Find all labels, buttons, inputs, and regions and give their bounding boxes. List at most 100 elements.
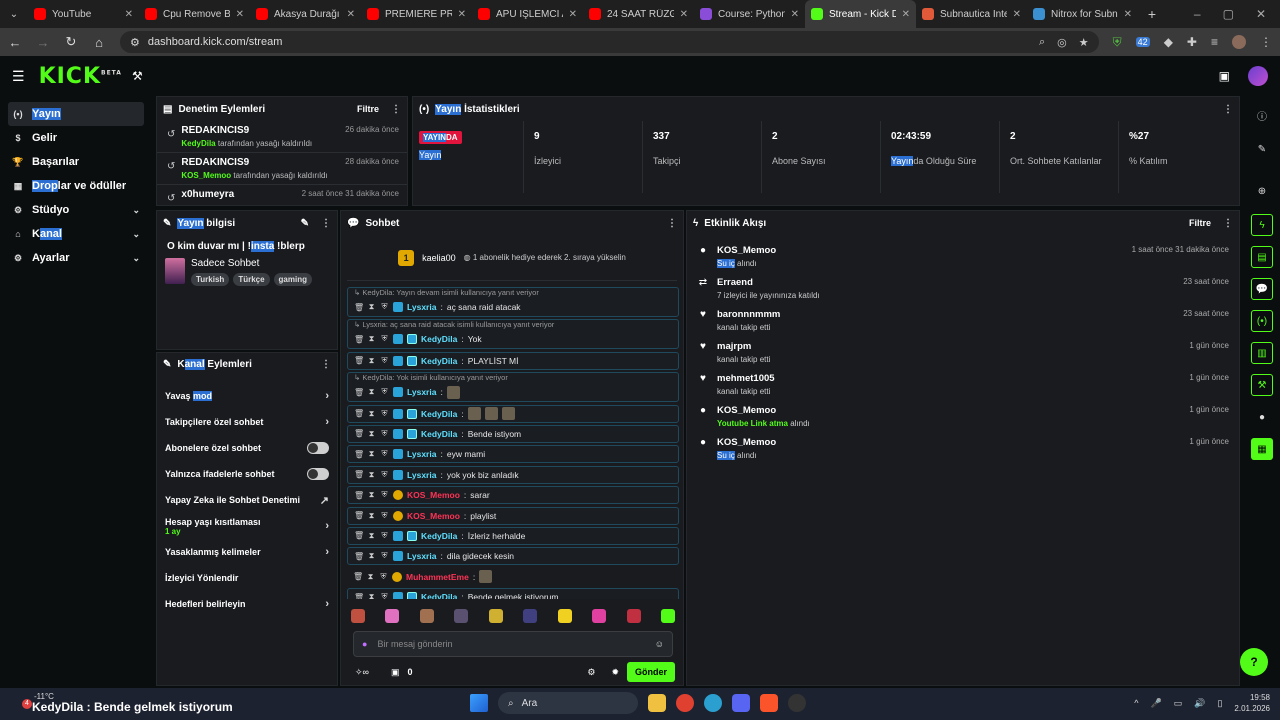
now-playing-text[interactable]: KedyDila : Bende gelmek istiyorum (32, 700, 233, 714)
delete-icon[interactable]: 🗑 (353, 572, 363, 581)
activity-item[interactable]: ♥ baronnnmmm 23 saat önce kanalı takip etti (687, 303, 1239, 335)
emote-3[interactable] (419, 609, 434, 623)
zoom-icon[interactable]: ⌕ (1039, 36, 1045, 49)
profile-avatar[interactable] (1232, 35, 1246, 49)
timeout-icon[interactable]: ⧗ (367, 490, 376, 500)
chat-more-icon[interactable]: ⋮ (667, 218, 677, 229)
chat-message-list[interactable]: ↳ KedyDila: Yayın devam isimli kullanıcı… (347, 287, 679, 599)
chat-message[interactable]: 🗑 ⧗ ⛨ KedyDila: (347, 404, 679, 423)
channel-action[interactable]: Abonelere özel sohbet (157, 435, 337, 461)
tab-close-icon[interactable]: ✕ (1013, 9, 1021, 20)
layout-icon[interactable]: ⊕ (1251, 180, 1273, 202)
chat-message[interactable]: 🗑 ⧗ ⛨ Lysxria: (348, 383, 678, 401)
sidebar-item[interactable]: ⚙ Ayarlar ⌄ (8, 246, 144, 270)
chat-username[interactable]: KedyDila (421, 334, 457, 344)
chat-message[interactable]: 🗑 ⧗ ⛨ Lysxria: aç sana raid atacak (348, 298, 678, 316)
discord-icon[interactable] (732, 694, 750, 712)
ban-icon[interactable]: ⛨ (380, 449, 389, 459)
user-avatar[interactable] (1248, 66, 1268, 86)
channel-action[interactable]: Hedefleri belirleyin › (157, 591, 337, 617)
hammer-icon[interactable]: ⚒ (132, 69, 143, 83)
browser-tab[interactable]: Course: Python ve ✕ (694, 0, 805, 28)
tools-rail-icon[interactable]: ⚒ (1251, 374, 1273, 396)
brave-icon[interactable] (760, 694, 778, 712)
add-widget-icon[interactable]: ▦ (1251, 438, 1273, 460)
chat-message[interactable]: 🗑 ⧗ ⛨ MuhammetEme: (347, 568, 679, 586)
timeout-icon[interactable]: ⧗ (367, 511, 376, 521)
stream-tag[interactable]: Türkçe (233, 273, 270, 286)
edit-rail-icon[interactable]: ✎ (1251, 138, 1273, 160)
sidebar-item[interactable]: ⚙ Stüdyo ⌄ (8, 198, 144, 222)
activity-item[interactable]: ● KOS_Memoo 1 gün önce Youtube Link atma al… (687, 399, 1239, 431)
chat-message[interactable]: 🗑 ⧗ ⛨ KOS_Memoo: playlist (347, 506, 679, 525)
channel-action[interactable]: Hesap yaşı kısıtlaması 1 ay › (157, 513, 337, 539)
timeout-icon[interactable]: ⧗ (366, 572, 375, 582)
browser-tab[interactable]: Subnautica Intera ✕ (916, 0, 1027, 28)
chat-settings-icon[interactable]: ⚙ (587, 667, 595, 678)
hamburger-menu-icon[interactable]: ☰ (12, 68, 25, 85)
pinned-supporter[interactable]: 1 kaelia00 ◍ 1 abonelik hediye ederek 2.… (347, 235, 677, 281)
clock[interactable]: 19:58 2.01.2026 (1234, 692, 1270, 714)
chat-message[interactable]: 🗑 ⧗ ⛨ KedyDila: PLAYLİST Mİ (347, 351, 679, 370)
battery-icon[interactable]: ▯ (1217, 698, 1222, 709)
new-tab-button[interactable]: + (1138, 6, 1166, 22)
channel-action[interactable]: Yalnızca ifadelerle sohbet (157, 461, 337, 487)
activity-item[interactable]: ♥ mehmet1005 1 gün önce kanalı takip etti (687, 367, 1239, 399)
sidebar-item[interactable]: ▦ Droplar ve ödüller (8, 174, 144, 198)
browser-menu-icon[interactable]: ⋮ (1260, 35, 1272, 49)
site-info-icon[interactable]: ⚙ (130, 36, 140, 49)
minimize-icon[interactable]: – (1194, 7, 1201, 21)
chrome-icon[interactable] (676, 694, 694, 712)
emote-10[interactable] (660, 609, 675, 623)
tab-close-icon[interactable]: ✕ (458, 9, 466, 20)
broadcast-rail-icon[interactable]: (•) (1251, 310, 1273, 332)
channel-action[interactable]: İzleyici Yönlendir (157, 565, 337, 591)
timeout-icon[interactable]: ⧗ (367, 334, 376, 344)
diamond-extension-icon[interactable]: ◆ (1164, 35, 1173, 49)
chat-message[interactable]: 🗑 ⧗ ⛨ Lysxria: yok yok biz anladık (347, 465, 679, 484)
ban-icon[interactable]: ⛨ (380, 429, 389, 439)
moderation-filter-button[interactable]: Filtre (357, 104, 379, 114)
tab-close-icon[interactable]: ✕ (125, 9, 133, 20)
points-icon[interactable]: ✧∞ (355, 667, 369, 678)
reload-icon[interactable]: ↻ (64, 34, 78, 50)
file-explorer-icon[interactable] (648, 694, 666, 712)
chat-message[interactable]: 🗑 ⧗ ⛨ Lysxria: dila gidecek kesin (347, 547, 679, 566)
timeout-icon[interactable]: ⧗ (367, 470, 376, 480)
browser-tab[interactable]: 24 SAAT RÜZGAR ✕ (583, 0, 694, 28)
browser-tab[interactable]: PREMIERE PRO H ✕ (361, 0, 472, 28)
chat-username[interactable]: Lysxria (407, 387, 436, 397)
delete-icon[interactable]: 🗑 (354, 531, 364, 540)
tray-overflow-icon[interactable]: ^ (1134, 698, 1138, 708)
chat-message[interactable]: 🗑 ⧗ ⛨ KedyDila: Bende gelmek istiyorum (347, 588, 679, 599)
delete-icon[interactable]: 🗑 (354, 511, 364, 520)
maximize-icon[interactable]: ▢ (1223, 7, 1234, 21)
send-button[interactable]: Gönder (626, 662, 675, 682)
delete-icon[interactable]: 🗑 (354, 429, 364, 438)
chat-username[interactable]: KOS_Memoo (407, 490, 460, 500)
media-icon[interactable]: ≡ (1211, 35, 1218, 49)
delete-icon[interactable]: 🗑 (354, 450, 364, 459)
chat-username[interactable]: KOS_Memoo (407, 511, 460, 521)
stats-rail-icon[interactable]: ▥ (1251, 342, 1273, 364)
chat-username[interactable]: KedyDila (421, 356, 457, 366)
sidebar-item[interactable]: $ Gelir (8, 126, 144, 150)
tab-close-icon[interactable]: ✕ (1124, 9, 1132, 20)
chat-username[interactable]: KedyDila (421, 429, 457, 439)
delete-icon[interactable]: 🗑 (354, 552, 364, 561)
timeout-icon[interactable]: ⧗ (367, 531, 376, 541)
forward-icon[interactable]: → (36, 35, 50, 50)
moderation-entry[interactable]: ↺ REDAKINCIS9 26 dakika önce KedyDila taraf… (157, 121, 407, 153)
delete-icon[interactable]: 🗑 (354, 356, 364, 365)
delete-icon[interactable]: 🗑 (354, 388, 364, 397)
emote-5[interactable] (488, 609, 503, 623)
channel-action[interactable]: Yasaklanmış kelimeler › (157, 539, 337, 565)
delete-icon[interactable]: 🗑 (354, 335, 364, 344)
tab-close-icon[interactable]: ✕ (902, 9, 910, 20)
close-window-icon[interactable]: ✕ (1256, 7, 1266, 21)
shield-extension-icon[interactable]: ⛨ (1113, 35, 1122, 50)
tab-close-icon[interactable]: ✕ (347, 9, 355, 20)
puzzle-icon[interactable]: ✚ (1187, 35, 1197, 49)
weather-widget[interactable]: 4 -11°C (6, 692, 54, 709)
moderation-more-icon[interactable]: ⋮ (391, 104, 401, 115)
